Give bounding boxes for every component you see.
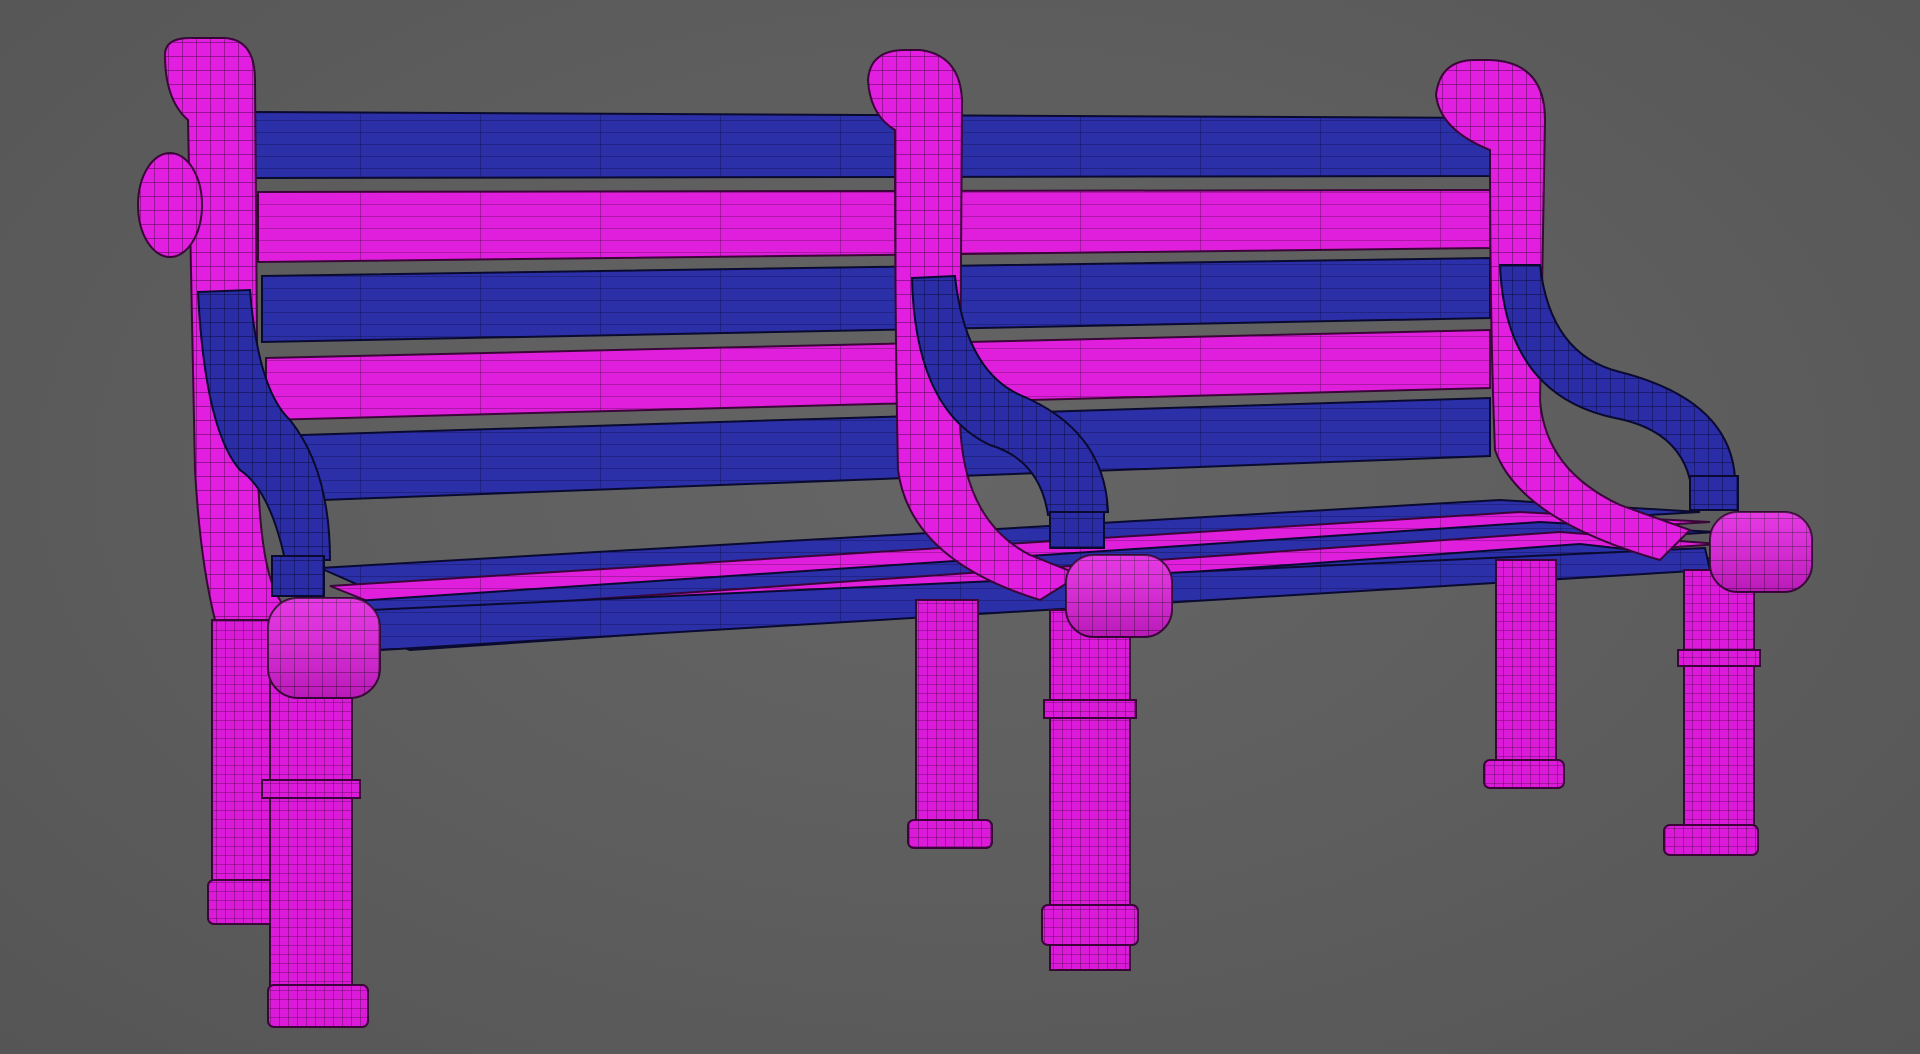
back-slat-2 (257, 188, 1491, 264)
back-slats (254, 110, 1491, 504)
leg-center-back (915, 599, 979, 831)
back-slat-1 (254, 110, 1491, 180)
side-frame-right (1434, 59, 1813, 856)
3d-viewport[interactable] (0, 0, 1920, 1054)
bench-model (137, 37, 1813, 1028)
back-slat-3 (261, 256, 1491, 344)
leg-left-back (211, 619, 275, 891)
leg-right-back (1495, 559, 1557, 767)
